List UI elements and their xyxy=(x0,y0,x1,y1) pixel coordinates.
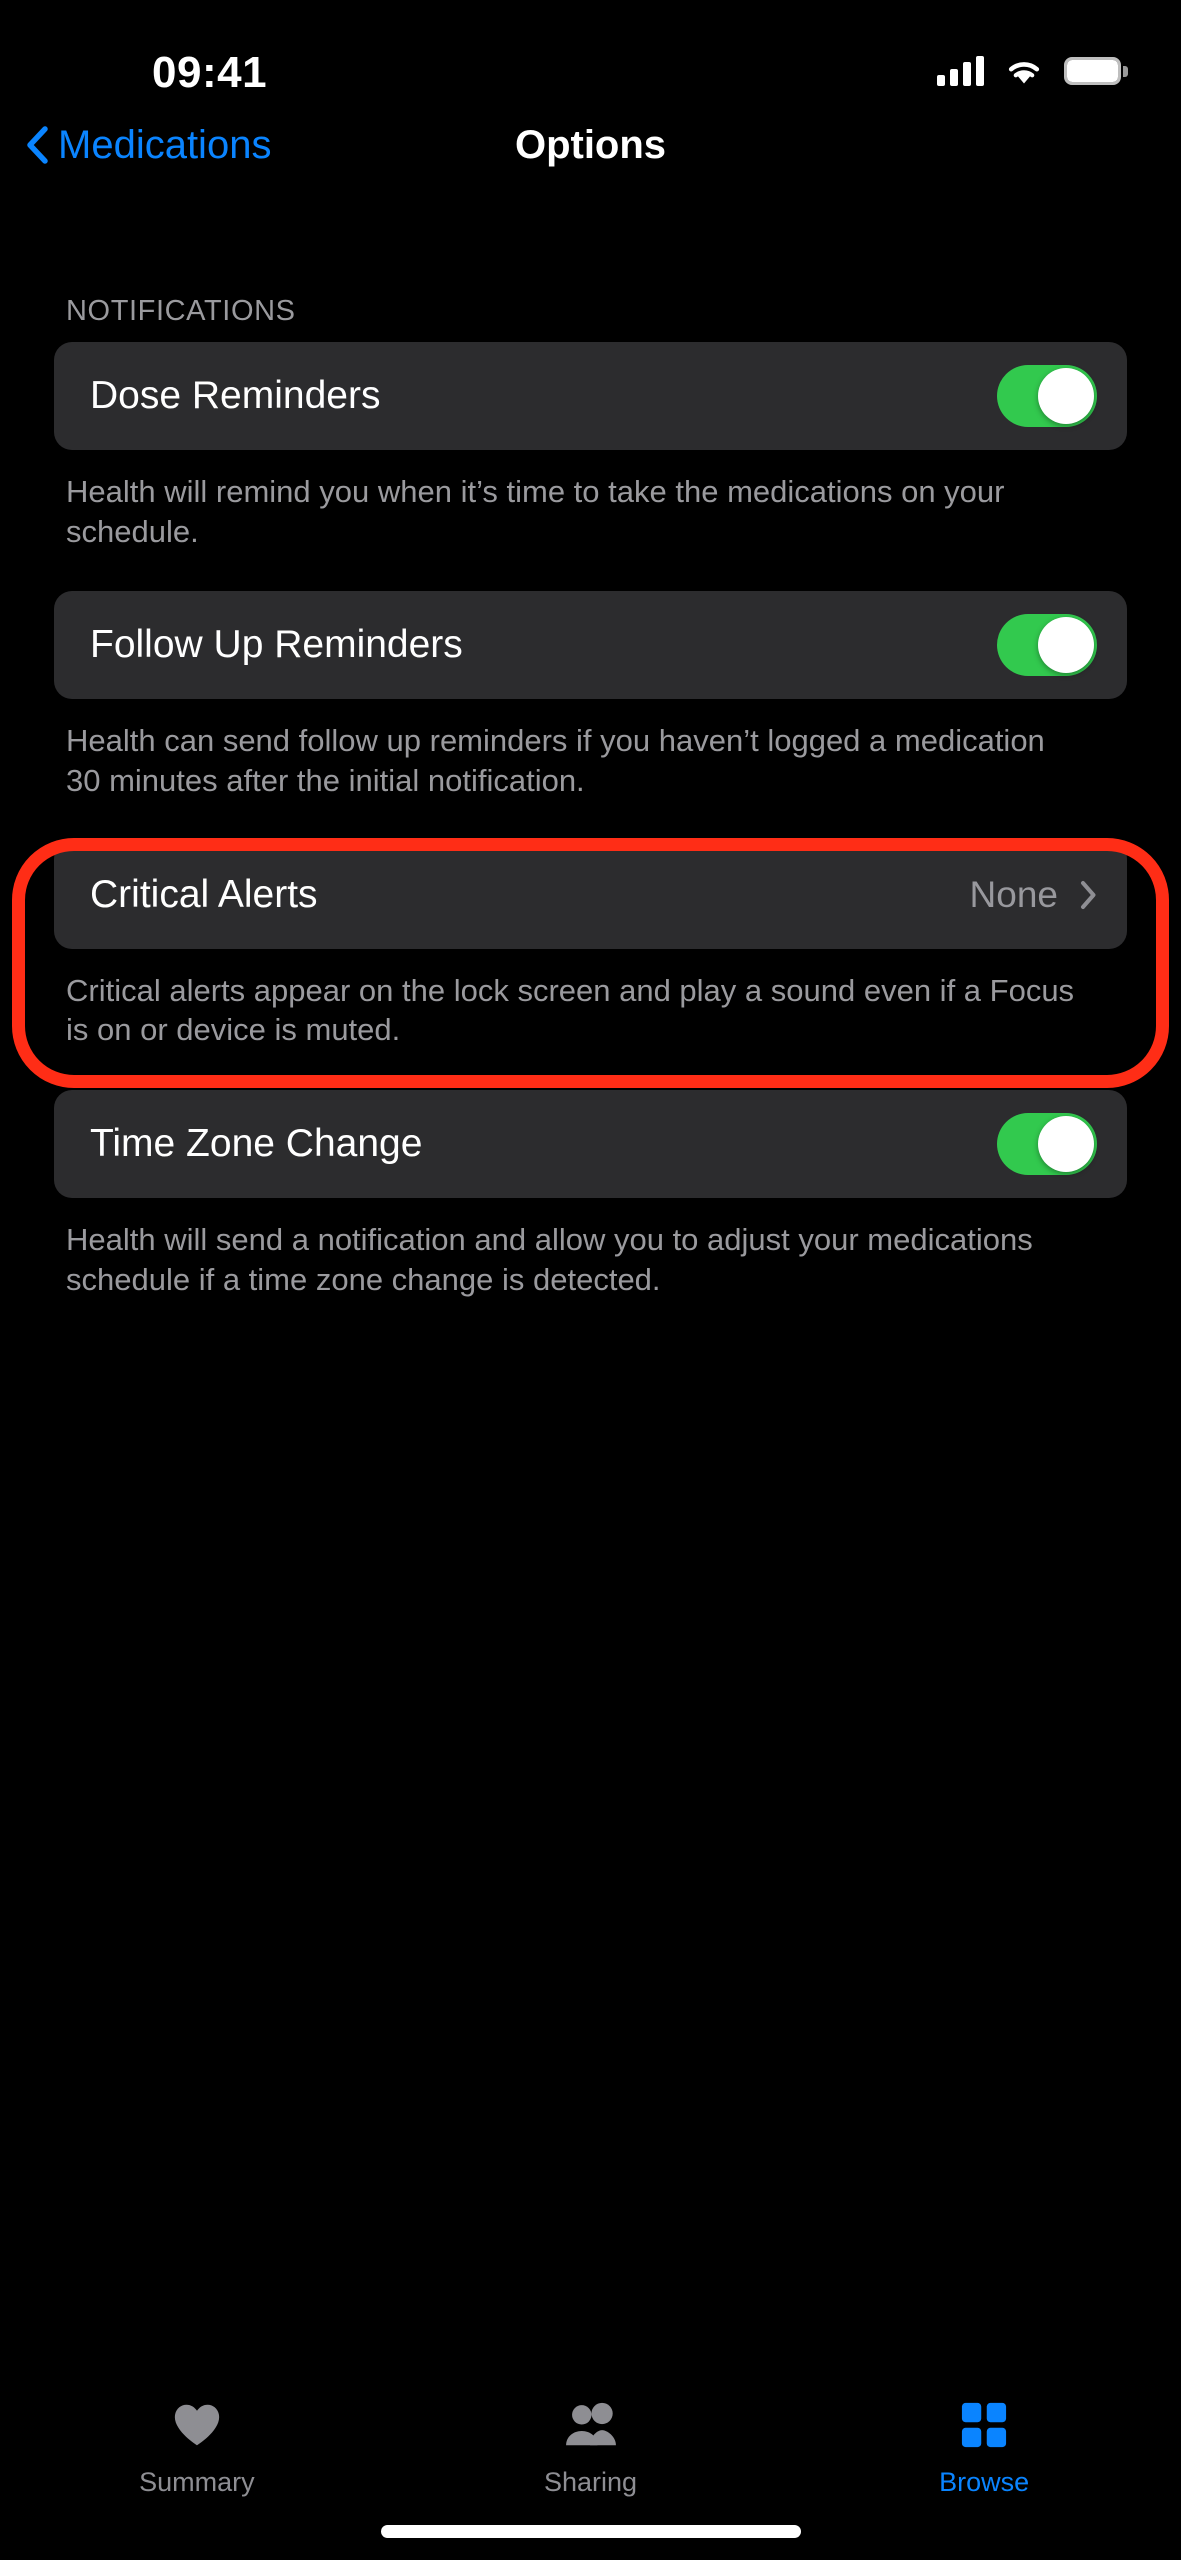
row-label: Critical Alerts xyxy=(90,872,318,916)
tab-browse[interactable]: Browse xyxy=(787,2397,1181,2498)
tab-label: Sharing xyxy=(543,2467,638,2497)
status-bar-icons xyxy=(937,50,1128,92)
row-label: Time Zone Change xyxy=(90,1122,423,1166)
iphone-screen: 09:41 Options Medications NOTIFICATIONS … xyxy=(0,0,1181,2560)
status-bar-time: 09:41 xyxy=(152,48,268,97)
footnote-dose-reminders: Health will remind you when it’s time to… xyxy=(66,474,1005,549)
row-control xyxy=(997,365,1097,427)
footnote-follow-up-reminders: Health can send follow up reminders if y… xyxy=(66,723,1045,799)
status-bar: 09:41 xyxy=(0,0,1181,105)
chevron-left-icon xyxy=(26,126,48,164)
row-dose-reminders[interactable]: Dose Reminders xyxy=(54,342,1127,450)
section-header-notifications: NOTIFICATIONS xyxy=(66,295,296,327)
toggle-follow-up-reminders[interactable] xyxy=(997,614,1097,677)
settings-list: NOTIFICATIONS Dose Reminders Health will… xyxy=(0,185,1181,1299)
row-time-zone-change[interactable]: Time Zone Change xyxy=(54,1090,1127,1199)
row-control: None xyxy=(970,874,1097,916)
row-value-critical-alerts: None xyxy=(969,873,1058,915)
footnote-time-zone-change: Health will send a notification and allo… xyxy=(66,1222,1033,1297)
battery-full-icon xyxy=(1064,57,1128,85)
row-label: Follow Up Reminders xyxy=(90,623,463,667)
heart-icon xyxy=(171,2397,223,2453)
signal-bars-icon xyxy=(937,56,984,86)
grid-icon xyxy=(961,2397,1007,2453)
tab-label: Browse xyxy=(939,2467,1030,2497)
navigation-bar: Options Medications xyxy=(0,105,1181,185)
row-critical-alerts[interactable]: Critical Alerts None xyxy=(54,840,1127,949)
people-icon xyxy=(562,2397,620,2453)
back-button-label: Medications xyxy=(58,122,272,167)
wifi-icon xyxy=(1004,56,1044,86)
toggle-dose-reminders[interactable] xyxy=(997,365,1097,427)
back-button[interactable]: Medications xyxy=(26,105,271,185)
chevron-right-icon xyxy=(1080,880,1097,910)
row-control xyxy=(997,1113,1097,1176)
toggle-time-zone-change[interactable] xyxy=(997,1113,1097,1176)
footnote-critical-alerts: Critical alerts appear on the lock scree… xyxy=(66,972,1075,1048)
tab-sharing[interactable]: Sharing xyxy=(394,2397,788,2498)
row-label: Dose Reminders xyxy=(90,374,381,417)
tab-label: Summary xyxy=(139,2467,255,2497)
tab-summary[interactable]: Summary xyxy=(0,2397,394,2498)
home-indicator[interactable] xyxy=(380,2525,801,2538)
row-control xyxy=(997,614,1097,677)
row-follow-up-reminders[interactable]: Follow Up Reminders xyxy=(54,591,1127,700)
tab-bar: Summary Sharing Browse xyxy=(0,2375,1181,2560)
